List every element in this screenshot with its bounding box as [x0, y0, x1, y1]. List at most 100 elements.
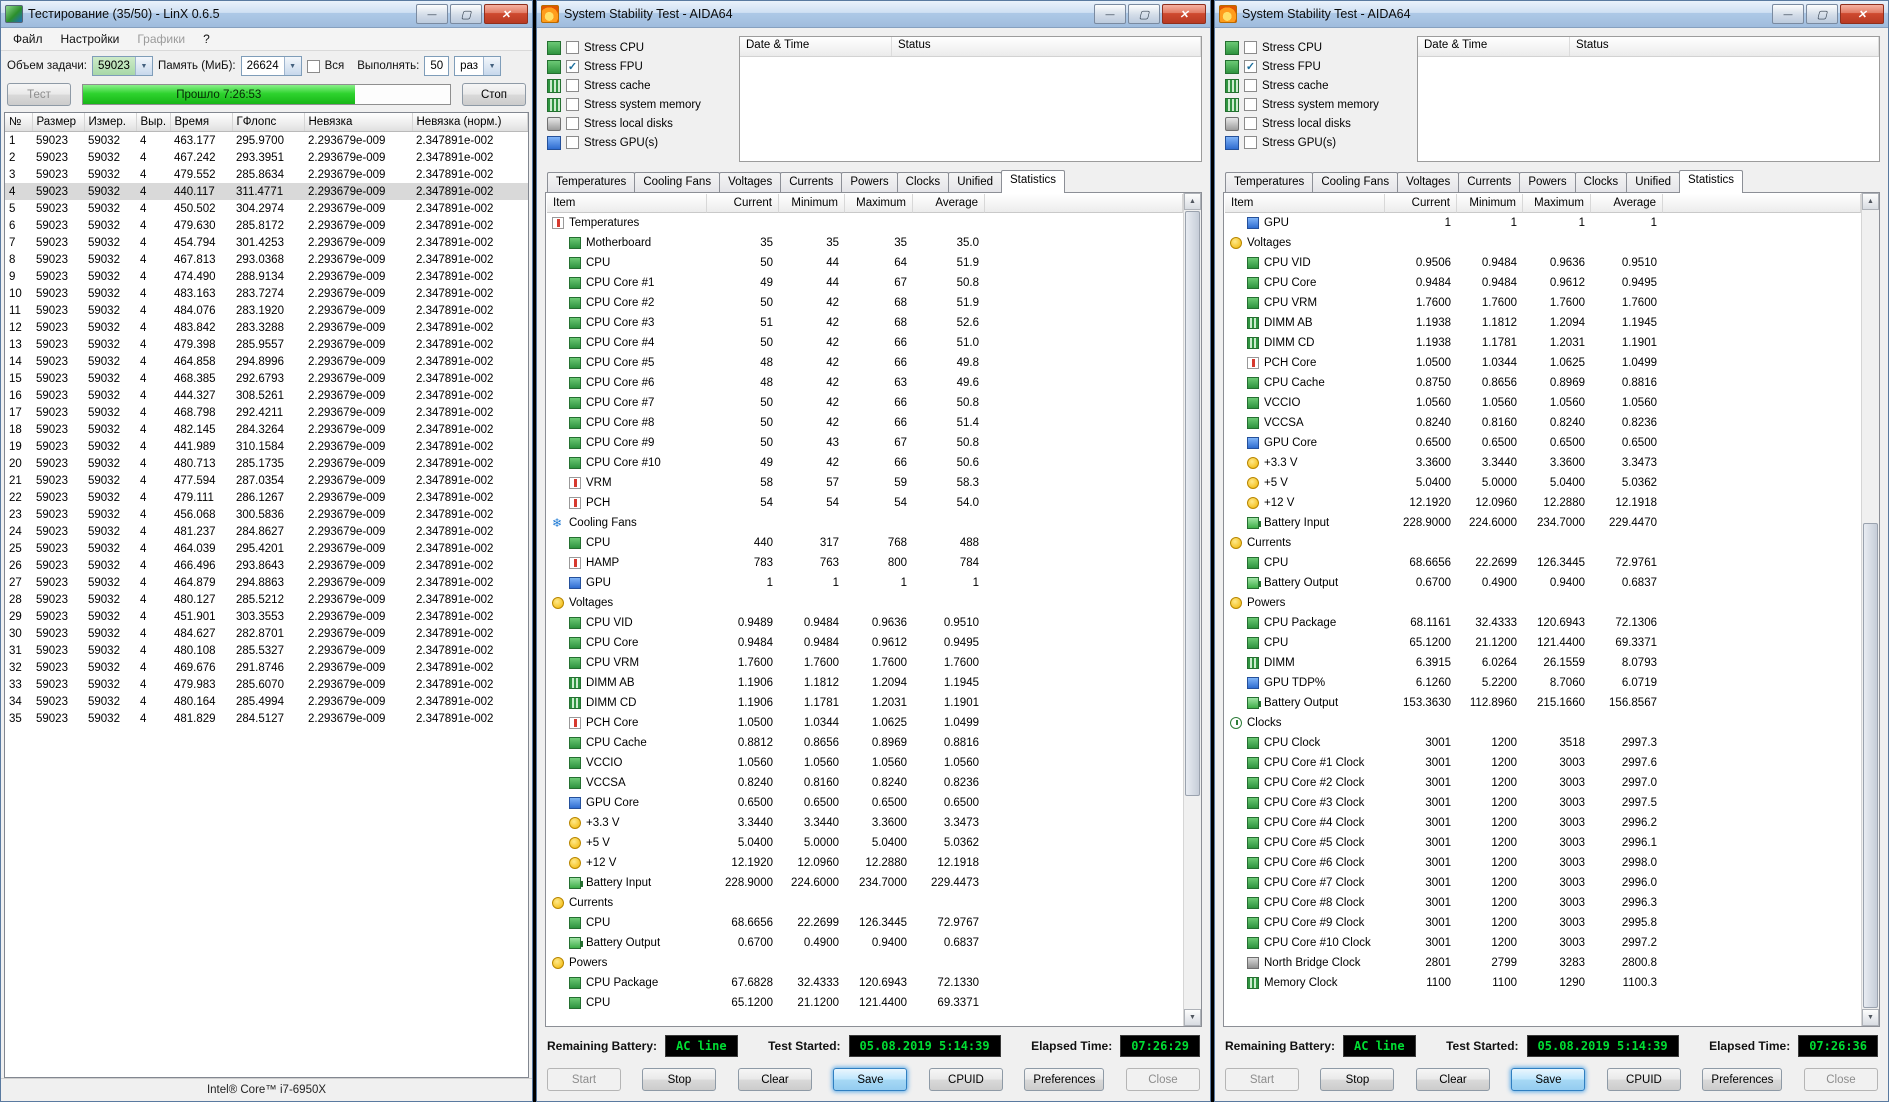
- stat-row-cpu-vid[interactable]: CPU VID 0.9506 0.9484 0.9636 0.9510: [1225, 253, 1861, 273]
- stat-row-3-3-v[interactable]: +3.3 V 3.3440 3.3440 3.3600 3.3473: [547, 813, 1183, 833]
- task-size-combo[interactable]: 59023: [91, 56, 153, 76]
- checkbox-stress-cpu[interactable]: [1244, 41, 1257, 54]
- tab-voltages[interactable]: Voltages: [1397, 172, 1460, 192]
- clear-button[interactable]: Clear: [1415, 1068, 1490, 1091]
- run-units-combo[interactable]: раз: [454, 56, 502, 76]
- stress-item-stress-cpu[interactable]: Stress CPU: [545, 38, 731, 57]
- menu-[interactable]: Графики: [128, 29, 194, 49]
- stat-row-cpu-cache[interactable]: CPU Cache 0.8812 0.8656 0.8969 0.8816: [547, 733, 1183, 753]
- stat-row-gpu[interactable]: GPU 1 1 1 1: [1225, 213, 1861, 233]
- result-row[interactable]: 8 59023 59032 4 467.813 293.0368 2.293679e-009…: [5, 251, 528, 268]
- result-row[interactable]: 25 59023 59032 4 464.039 295.4201 2.293679e-00…: [5, 540, 528, 557]
- stat-row-cpu-core-3[interactable]: CPU Core #3 51 42 68 52.6: [547, 313, 1183, 333]
- stat-row-north-bridge-clock[interactable]: North Bridge Clock 2801 2799 3283 2800.8: [1225, 953, 1861, 973]
- result-row[interactable]: 3 59023 59032 4 479.552 285.8634 2.293679e-009…: [5, 166, 528, 183]
- column-header[interactable]: №: [5, 113, 33, 132]
- result-row[interactable]: 11 59023 59032 4 484.076 283.1920 2.293679e-00…: [5, 302, 528, 319]
- stat-row-dimm-cd[interactable]: DIMM CD 1.1906 1.1781 1.2031 1.1901: [547, 693, 1183, 713]
- column-header[interactable]: Maximum: [845, 194, 913, 213]
- stop-button[interactable]: Стоп: [462, 83, 526, 106]
- stat-row-cpu-core-2-clock[interactable]: CPU Core #2 Clock 3001 1200 3003 2997.0: [1225, 773, 1861, 793]
- stat-row-vccsa[interactable]: VCCSA 0.8240 0.8160 0.8240 0.8236: [547, 773, 1183, 793]
- stat-row-battery-output[interactable]: Battery Output 0.6700 0.4900 0.9400 0.6837: [1225, 573, 1861, 593]
- stat-row-pch-core[interactable]: PCH Core 1.0500 1.0344 1.0625 1.0499: [1225, 353, 1861, 373]
- minimize-button[interactable]: [1772, 4, 1804, 24]
- stat-row-cpu-core-7-clock[interactable]: CPU Core #7 Clock 3001 1200 3003 2996.0: [1225, 873, 1861, 893]
- stress-item-stress-cache[interactable]: Stress cache: [1223, 76, 1409, 95]
- stat-row-cpu-vrm[interactable]: CPU VRM 1.7600 1.7600 1.7600 1.7600: [1225, 293, 1861, 313]
- stress-item-stress-cache[interactable]: Stress cache: [545, 76, 731, 95]
- stat-row-12-v[interactable]: +12 V 12.1920 12.0960 12.2880 12.1918: [1225, 493, 1861, 513]
- stat-group-voltages[interactable]: Voltages: [1225, 233, 1861, 253]
- stat-row-cpu-core-5-clock[interactable]: CPU Core #5 Clock 3001 1200 3003 2996.1: [1225, 833, 1861, 853]
- aida-titlebar[interactable]: System Stability Test - AIDA64: [1215, 1, 1888, 28]
- scroll-up-icon[interactable]: [1862, 193, 1879, 210]
- close-button[interactable]: [1840, 4, 1884, 24]
- stat-row-12-v[interactable]: +12 V 12.1920 12.0960 12.2880 12.1918: [547, 853, 1183, 873]
- column-header[interactable]: Maximum: [1523, 194, 1591, 213]
- tab-clocks[interactable]: Clocks: [896, 172, 950, 192]
- clear-button[interactable]: Clear: [737, 1068, 812, 1091]
- column-header[interactable]: Item: [547, 194, 707, 213]
- stress-item-stress-gpu-s[interactable]: Stress GPU(s): [545, 133, 731, 152]
- checkbox-stress-fpu[interactable]: [1244, 60, 1257, 73]
- tab-powers[interactable]: Powers: [841, 172, 898, 192]
- column-header[interactable]: Измер.: [84, 113, 137, 132]
- stat-row-dimm-ab[interactable]: DIMM AB 1.1906 1.1812 1.2094 1.1945: [547, 673, 1183, 693]
- stat-row-battery-input[interactable]: Battery Input 228.9000 224.6000 234.7000 229…: [547, 873, 1183, 893]
- cpuid-button[interactable]: CPUID: [1606, 1068, 1681, 1091]
- result-row[interactable]: 12 59023 59032 4 483.842 283.3288 2.293679e-00…: [5, 319, 528, 336]
- stat-row-cpu-core[interactable]: CPU Core 0.9484 0.9484 0.9612 0.9495: [1225, 273, 1861, 293]
- stat-row-hamp[interactable]: HAMP 783 763 800 784: [547, 553, 1183, 573]
- stat-group-powers[interactable]: Powers: [1225, 593, 1861, 613]
- checkbox-stress-local-disks[interactable]: [1244, 117, 1257, 130]
- checkbox-stress-system-memory[interactable]: [566, 98, 579, 111]
- result-row[interactable]: 33 59023 59032 4 479.983 285.6070 2.293679e-00…: [5, 676, 528, 693]
- stat-row-vccsa[interactable]: VCCSA 0.8240 0.8160 0.8240 0.8236: [1225, 413, 1861, 433]
- stat-row-cpu-core-4-clock[interactable]: CPU Core #4 Clock 3001 1200 3003 2996.2: [1225, 813, 1861, 833]
- stress-item-stress-gpu-s[interactable]: Stress GPU(s): [1223, 133, 1409, 152]
- scroll-thumb[interactable]: [1863, 522, 1878, 1008]
- result-row[interactable]: 30 59023 59032 4 484.627 282.8701 2.293679e-00…: [5, 625, 528, 642]
- scroll-thumb[interactable]: [1185, 211, 1200, 797]
- stress-item-stress-local-disks[interactable]: Stress local disks: [545, 114, 731, 133]
- result-row[interactable]: 27 59023 59032 4 464.879 294.8863 2.293679e-00…: [5, 574, 528, 591]
- stat-row-cpu-core-4[interactable]: CPU Core #4 50 42 66 51.0: [547, 333, 1183, 353]
- stat-row-cpu[interactable]: CPU 65.1200 21.1200 121.4400 69.3371: [1225, 633, 1861, 653]
- result-row[interactable]: 1 59023 59032 4 463.177 295.9700 2.293679e-009…: [5, 132, 528, 150]
- result-row[interactable]: 5 59023 59032 4 450.502 304.2974 2.293679e-009…: [5, 200, 528, 217]
- memory-combo[interactable]: 26624: [240, 56, 302, 76]
- log-col-datetime[interactable]: Date & Time: [740, 37, 892, 56]
- stress-item-stress-fpu[interactable]: Stress FPU: [1223, 57, 1409, 76]
- dropdown-arrow-icon[interactable]: [283, 57, 301, 75]
- result-row[interactable]: 28 59023 59032 4 480.127 285.5212 2.293679e-00…: [5, 591, 528, 608]
- column-header[interactable]: Невязка (норм.): [412, 113, 528, 132]
- result-row[interactable]: 13 59023 59032 4 479.398 285.9557 2.293679e-00…: [5, 336, 528, 353]
- stop-button[interactable]: Stop: [1320, 1068, 1395, 1091]
- result-row[interactable]: 17 59023 59032 4 468.798 292.4211 2.293679e-00…: [5, 404, 528, 421]
- stat-row-cpu-core-10[interactable]: CPU Core #10 49 42 66 50.6: [547, 453, 1183, 473]
- stat-row-cpu-package[interactable]: CPU Package 67.6828 32.4333 120.6943 72.1330: [547, 973, 1183, 993]
- stop-button[interactable]: Stop: [642, 1068, 717, 1091]
- checkbox-stress-gpu-s[interactable]: [1244, 136, 1257, 149]
- tab-currents[interactable]: Currents: [780, 172, 843, 192]
- column-header[interactable]: Выр.: [136, 113, 171, 132]
- result-row[interactable]: 6 59023 59032 4 479.630 285.8172 2.293679e-009…: [5, 217, 528, 234]
- result-row[interactable]: 9 59023 59032 4 474.490 288.9134 2.293679e-009…: [5, 268, 528, 285]
- stat-row-cpu-core-8[interactable]: CPU Core #8 50 42 66 51.4: [547, 413, 1183, 433]
- stat-row-cpu[interactable]: CPU 68.6656 22.2699 126.3445 72.9761: [1225, 553, 1861, 573]
- stat-row-cpu[interactable]: CPU 440 317 768 488: [547, 533, 1183, 553]
- stat-row-dimm-cd[interactable]: DIMM CD 1.1938 1.1781 1.2031 1.1901: [1225, 333, 1861, 353]
- stat-group-powers[interactable]: Powers: [547, 953, 1183, 973]
- result-row[interactable]: 34 59023 59032 4 480.164 285.4994 2.293679e-00…: [5, 693, 528, 710]
- preferences-button[interactable]: Preferences: [1702, 1068, 1783, 1091]
- aida-titlebar[interactable]: System Stability Test - AIDA64: [537, 1, 1210, 28]
- result-row[interactable]: 35 59023 59032 4 481.829 284.5127 2.293679e-00…: [5, 710, 528, 727]
- stat-row-cpu-vid[interactable]: CPU VID 0.9489 0.9484 0.9636 0.9510: [547, 613, 1183, 633]
- minimize-button[interactable]: [416, 4, 448, 24]
- stress-item-stress-fpu[interactable]: Stress FPU: [545, 57, 731, 76]
- checkbox-stress-cache[interactable]: [566, 79, 579, 92]
- stat-row-dimm[interactable]: DIMM 6.3915 6.0264 26.1559 8.0793: [1225, 653, 1861, 673]
- run-count-input[interactable]: 50: [424, 56, 450, 76]
- stat-row-cpu-core-6-clock[interactable]: CPU Core #6 Clock 3001 1200 3003 2998.0: [1225, 853, 1861, 873]
